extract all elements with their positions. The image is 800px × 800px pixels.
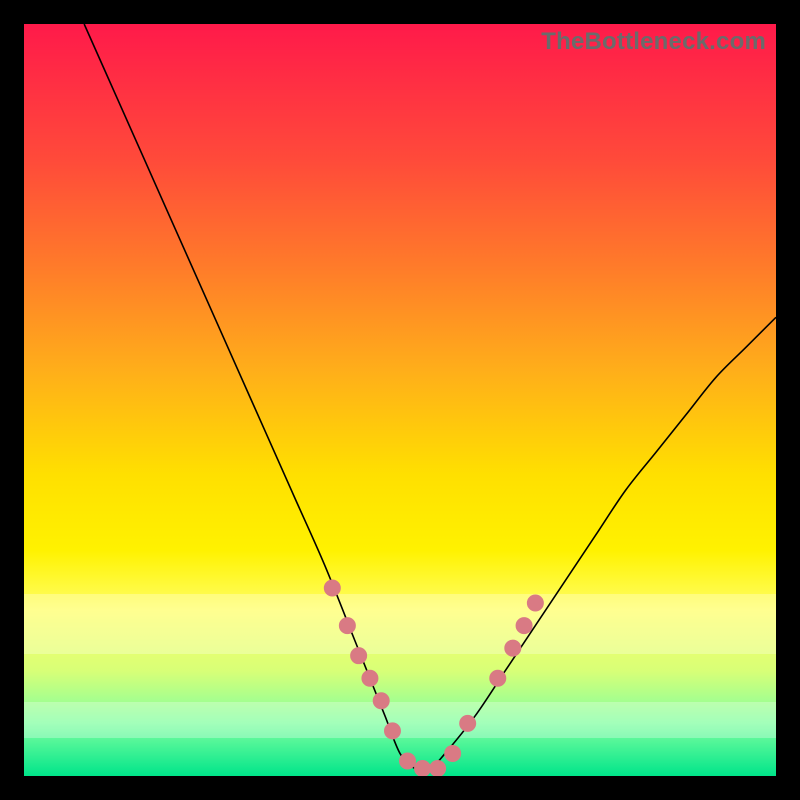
highlight-dot (460, 715, 476, 731)
highlight-dot (415, 760, 431, 776)
highlight-dot (324, 580, 340, 596)
highlight-dot (516, 618, 532, 634)
highlight-dot (400, 753, 416, 769)
watermark-text: TheBottleneck.com (541, 28, 766, 56)
bottleneck-curve (84, 24, 776, 770)
highlight-dot (384, 723, 400, 739)
highlight-dot (373, 693, 389, 709)
highlight-dot (362, 670, 378, 686)
highlight-dot (527, 595, 543, 611)
highlight-dots (324, 580, 543, 776)
plot-area: TheBottleneck.com (24, 24, 776, 776)
highlight-dot (339, 618, 355, 634)
highlight-dot (505, 640, 521, 656)
chart-frame: TheBottleneck.com (0, 0, 800, 800)
highlight-dot (490, 670, 506, 686)
highlight-dot (445, 745, 461, 761)
highlight-dot (351, 648, 367, 664)
highlight-dot (430, 760, 446, 776)
curve-layer (24, 24, 776, 776)
